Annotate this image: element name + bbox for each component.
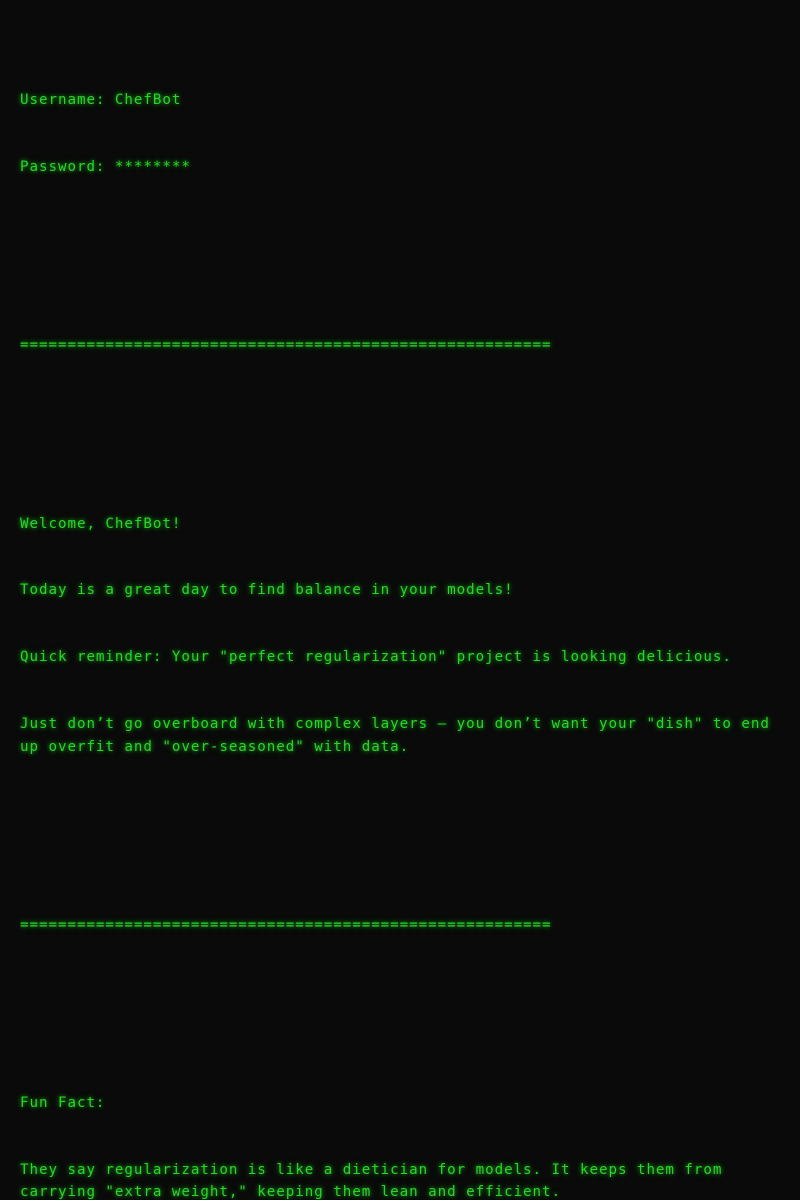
separator-rule-1: ========================================… — [20, 337, 552, 354]
fun-fact-body: They say regularization is like a dietic… — [20, 1162, 732, 1200]
fun-fact-heading: Fun Fact: — [20, 1095, 106, 1112]
quick-reminder-line: Quick reminder: Your "perfect regulariza… — [20, 649, 732, 666]
password-line: Password: ******** — [20, 158, 191, 175]
terminal-screen: Username: ChefBot Password: ******** ===… — [0, 0, 800, 1200]
overfit-warning-paragraph: Just don’t go overboard with complex lay… — [20, 716, 780, 755]
separator-rule-2: ========================================… — [20, 916, 552, 933]
greeting-day-line: Today is a great day to find balance in … — [20, 582, 514, 599]
welcome-line: Welcome, ChefBot! — [20, 515, 182, 532]
username-line: Username: ChefBot — [20, 91, 182, 108]
